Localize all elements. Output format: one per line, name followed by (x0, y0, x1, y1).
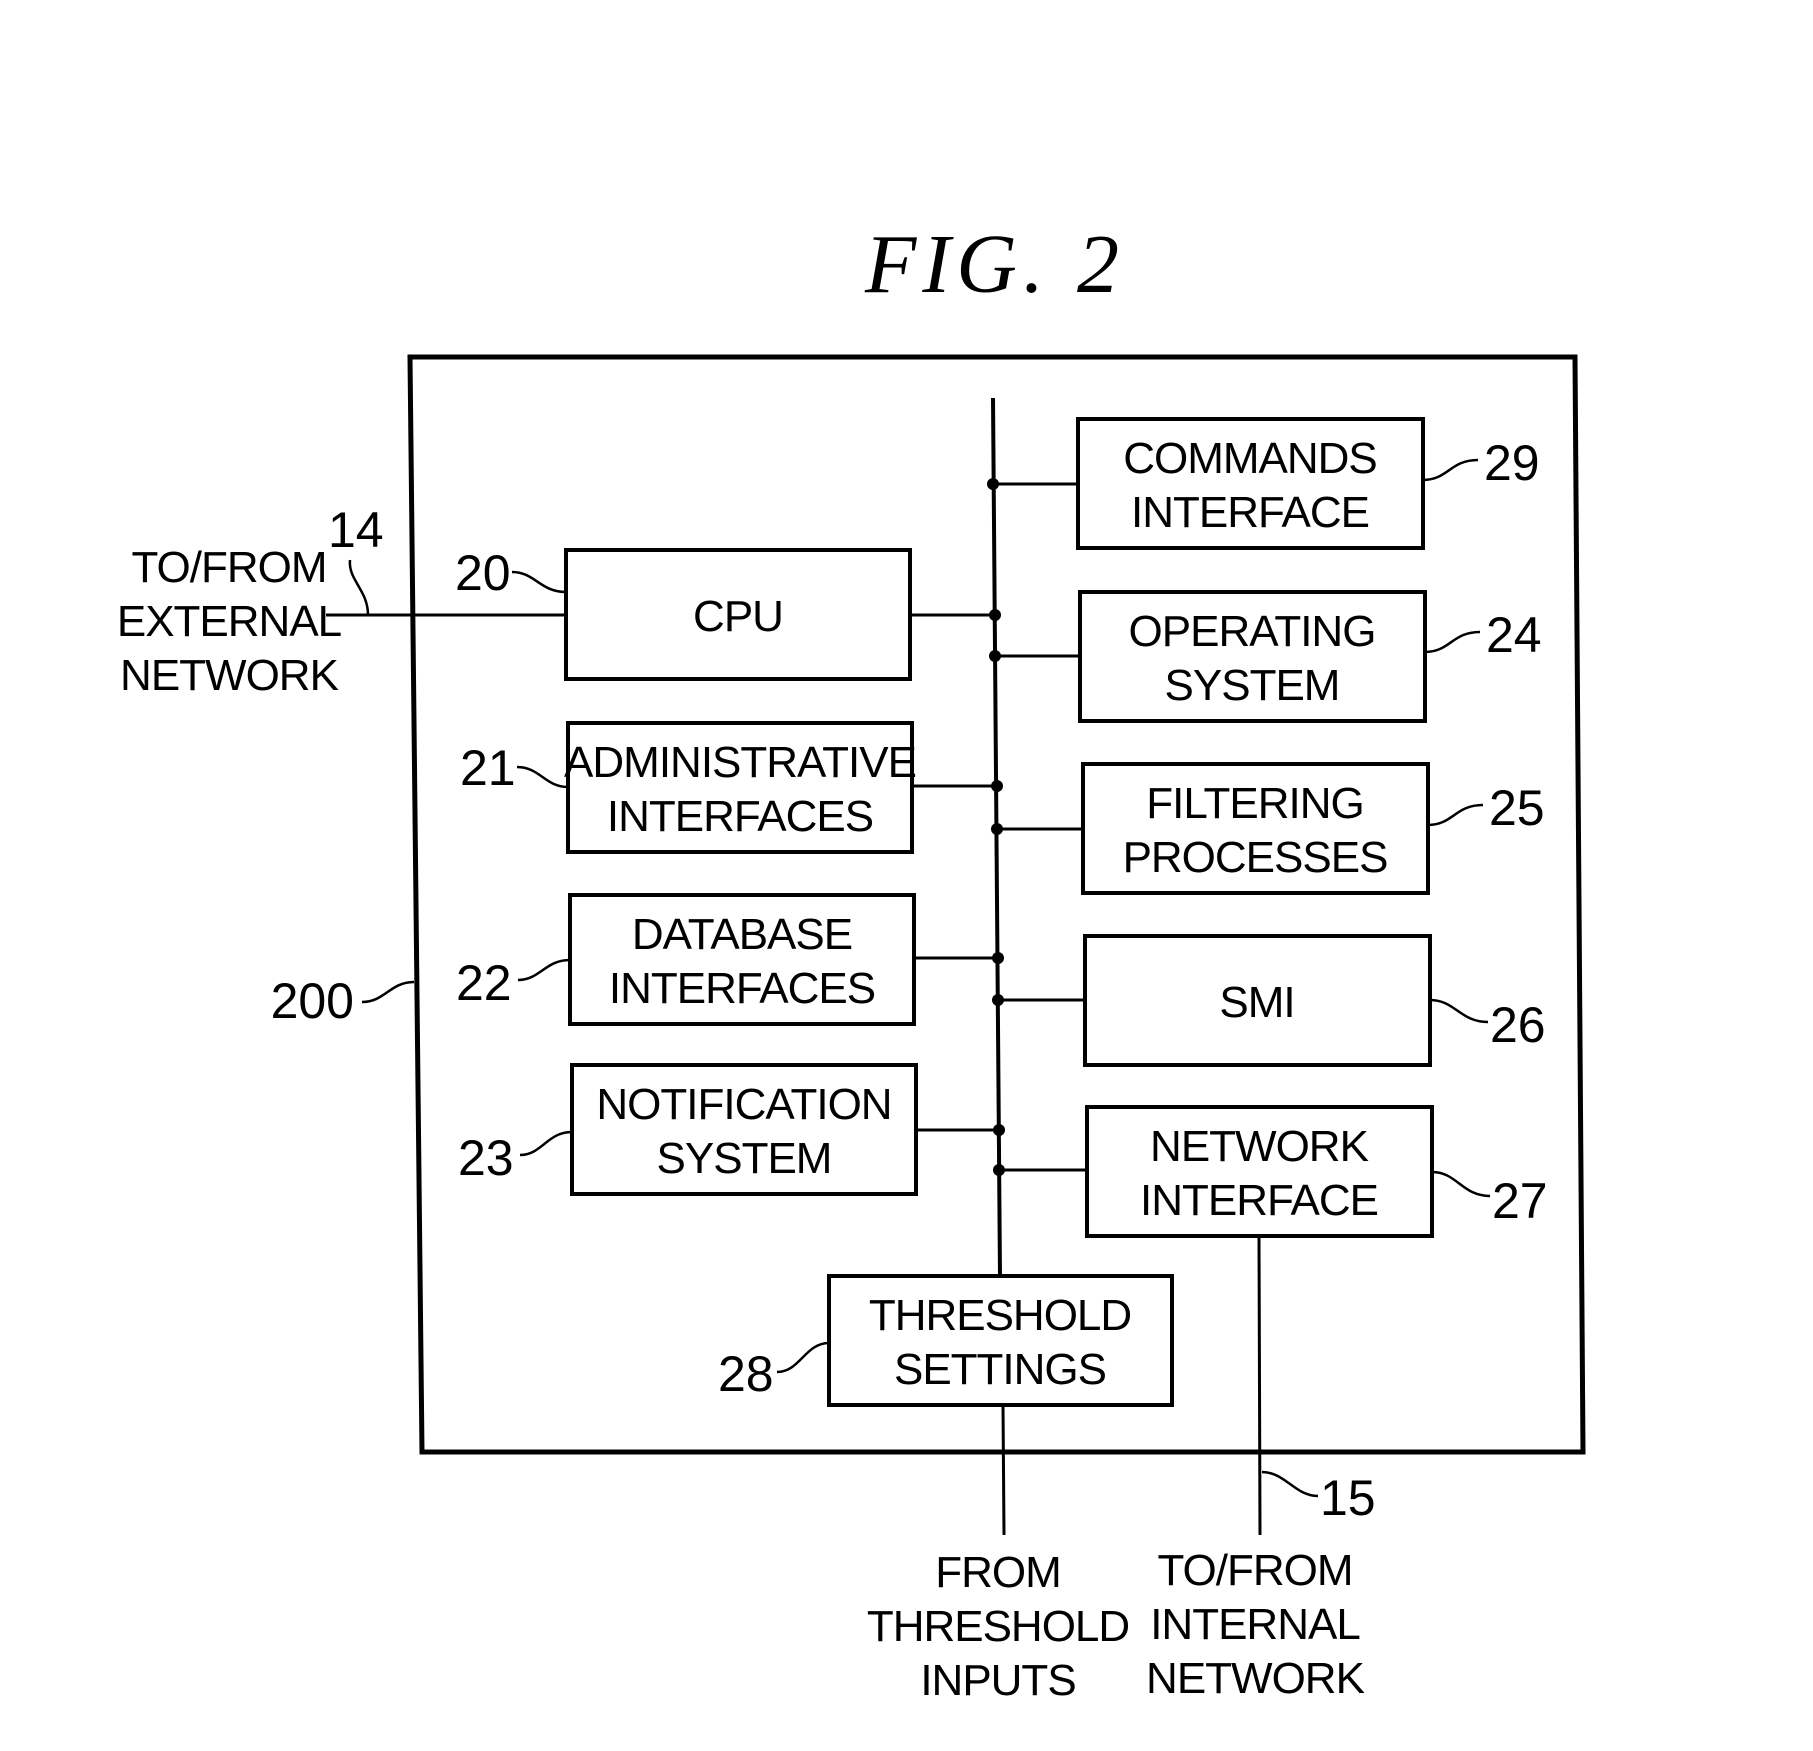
commands-label-1: COMMANDS (1123, 434, 1377, 483)
ref-21: 21 (460, 740, 516, 796)
leader-14 (348, 559, 370, 616)
admin-label-1: ADMINISTRATIVE (564, 738, 916, 787)
threshold-inputs-label-1: FROM (935, 1548, 1061, 1597)
leader-26 (1429, 998, 1489, 1024)
threshold-settings-block: THRESHOLD SETTINGS (827, 1274, 1174, 1407)
leader-24 (1424, 630, 1481, 654)
notification-label-1: NOTIFICATION (596, 1080, 891, 1129)
filtering-label-2: PROCESSES (1123, 833, 1388, 882)
leader-21 (516, 765, 569, 789)
commands-interface-block: COMMANDS INTERFACE (1076, 417, 1425, 550)
ref-15: 15 (1320, 1470, 1376, 1526)
junction-netif (993, 1164, 1005, 1176)
leader-27 (1431, 1170, 1491, 1198)
admin-label-2: INTERFACES (607, 792, 873, 841)
leader-23 (519, 1130, 573, 1157)
database-label-1: DATABASE (632, 910, 852, 959)
ref-26: 26 (1490, 997, 1546, 1053)
os-label-1: OPERATING (1129, 607, 1376, 656)
leader-15 (1261, 1470, 1319, 1498)
leader-25 (1427, 803, 1484, 827)
commands-label-2: INTERFACE (1131, 488, 1369, 537)
filtering-processes-block: FILTERING PROCESSES (1081, 762, 1430, 895)
external-network-label-2: EXTERNAL (117, 597, 342, 646)
junction-os (989, 650, 1001, 662)
database-label-2: INTERFACES (609, 964, 875, 1013)
leader-28 (776, 1341, 830, 1374)
notification-system-block: NOTIFICATION SYSTEM (570, 1063, 918, 1196)
leader-22 (517, 958, 571, 982)
ref-29: 29 (1484, 435, 1540, 491)
junction-commands (987, 478, 999, 490)
ref-24: 24 (1486, 607, 1542, 663)
ref-200: 200 (271, 973, 354, 1029)
junction-smi (992, 994, 1004, 1006)
threshold-inputs-label-3: INPUTS (920, 1656, 1075, 1705)
threshold-label-1: THRESHOLD (869, 1291, 1131, 1340)
internal-network-label-2: INTERNAL (1150, 1600, 1360, 1649)
ref-22: 22 (456, 955, 512, 1011)
threshold-label-2: SETTINGS (894, 1345, 1106, 1394)
netif-label-1: NETWORK (1150, 1122, 1369, 1171)
os-label-2: SYSTEM (1165, 661, 1340, 710)
external-network-label-1: TO/FROM (131, 543, 326, 592)
external-network-label-3: NETWORK (120, 651, 339, 700)
smi-label: SMI (1219, 978, 1294, 1027)
notification-label-2: SYSTEM (657, 1134, 832, 1183)
threshold-inputs-label-2: THRESHOLD (867, 1602, 1129, 1651)
junction-cpu (989, 609, 1001, 621)
ref-20: 20 (455, 545, 511, 601)
operating-system-block: OPERATING SYSTEM (1078, 590, 1427, 723)
netif-label-2: INTERFACE (1140, 1176, 1378, 1225)
ref-23: 23 (458, 1130, 514, 1186)
network-interface-block: NETWORK INTERFACE (1085, 1105, 1434, 1238)
internal-network-line (1257, 1235, 1262, 1536)
ref-27: 27 (1492, 1173, 1548, 1229)
cpu-label: CPU (693, 592, 783, 641)
administrative-interfaces-block: ADMINISTRATIVE INTERFACES (564, 721, 917, 854)
internal-network-label-3: NETWORK (1146, 1654, 1365, 1703)
smi-block: SMI (1083, 934, 1432, 1067)
leader-20 (511, 570, 567, 594)
filtering-label-1: FILTERING (1146, 779, 1364, 828)
internal-network-label-1: TO/FROM (1157, 1546, 1352, 1595)
system-bus (991, 397, 1002, 1279)
junction-admin (991, 780, 1003, 792)
threshold-inputs-line (1001, 1404, 1006, 1536)
ref-28: 28 (718, 1346, 774, 1402)
database-interfaces-block: DATABASE INTERFACES (568, 893, 916, 1026)
block-diagram: FIG. 2 200 TO/FROM EXTERNAL NETWORK 14 C… (117, 218, 1586, 1705)
junction-filtering (991, 823, 1003, 835)
ref-14: 14 (328, 502, 384, 558)
junction-notification (993, 1124, 1005, 1136)
cpu-block: CPU (564, 548, 912, 681)
leader-200 (361, 980, 415, 1004)
leader-29 (1422, 458, 1479, 482)
figure-title: FIG. 2 (864, 218, 1125, 311)
junction-database (992, 952, 1004, 964)
ref-25: 25 (1489, 780, 1545, 836)
